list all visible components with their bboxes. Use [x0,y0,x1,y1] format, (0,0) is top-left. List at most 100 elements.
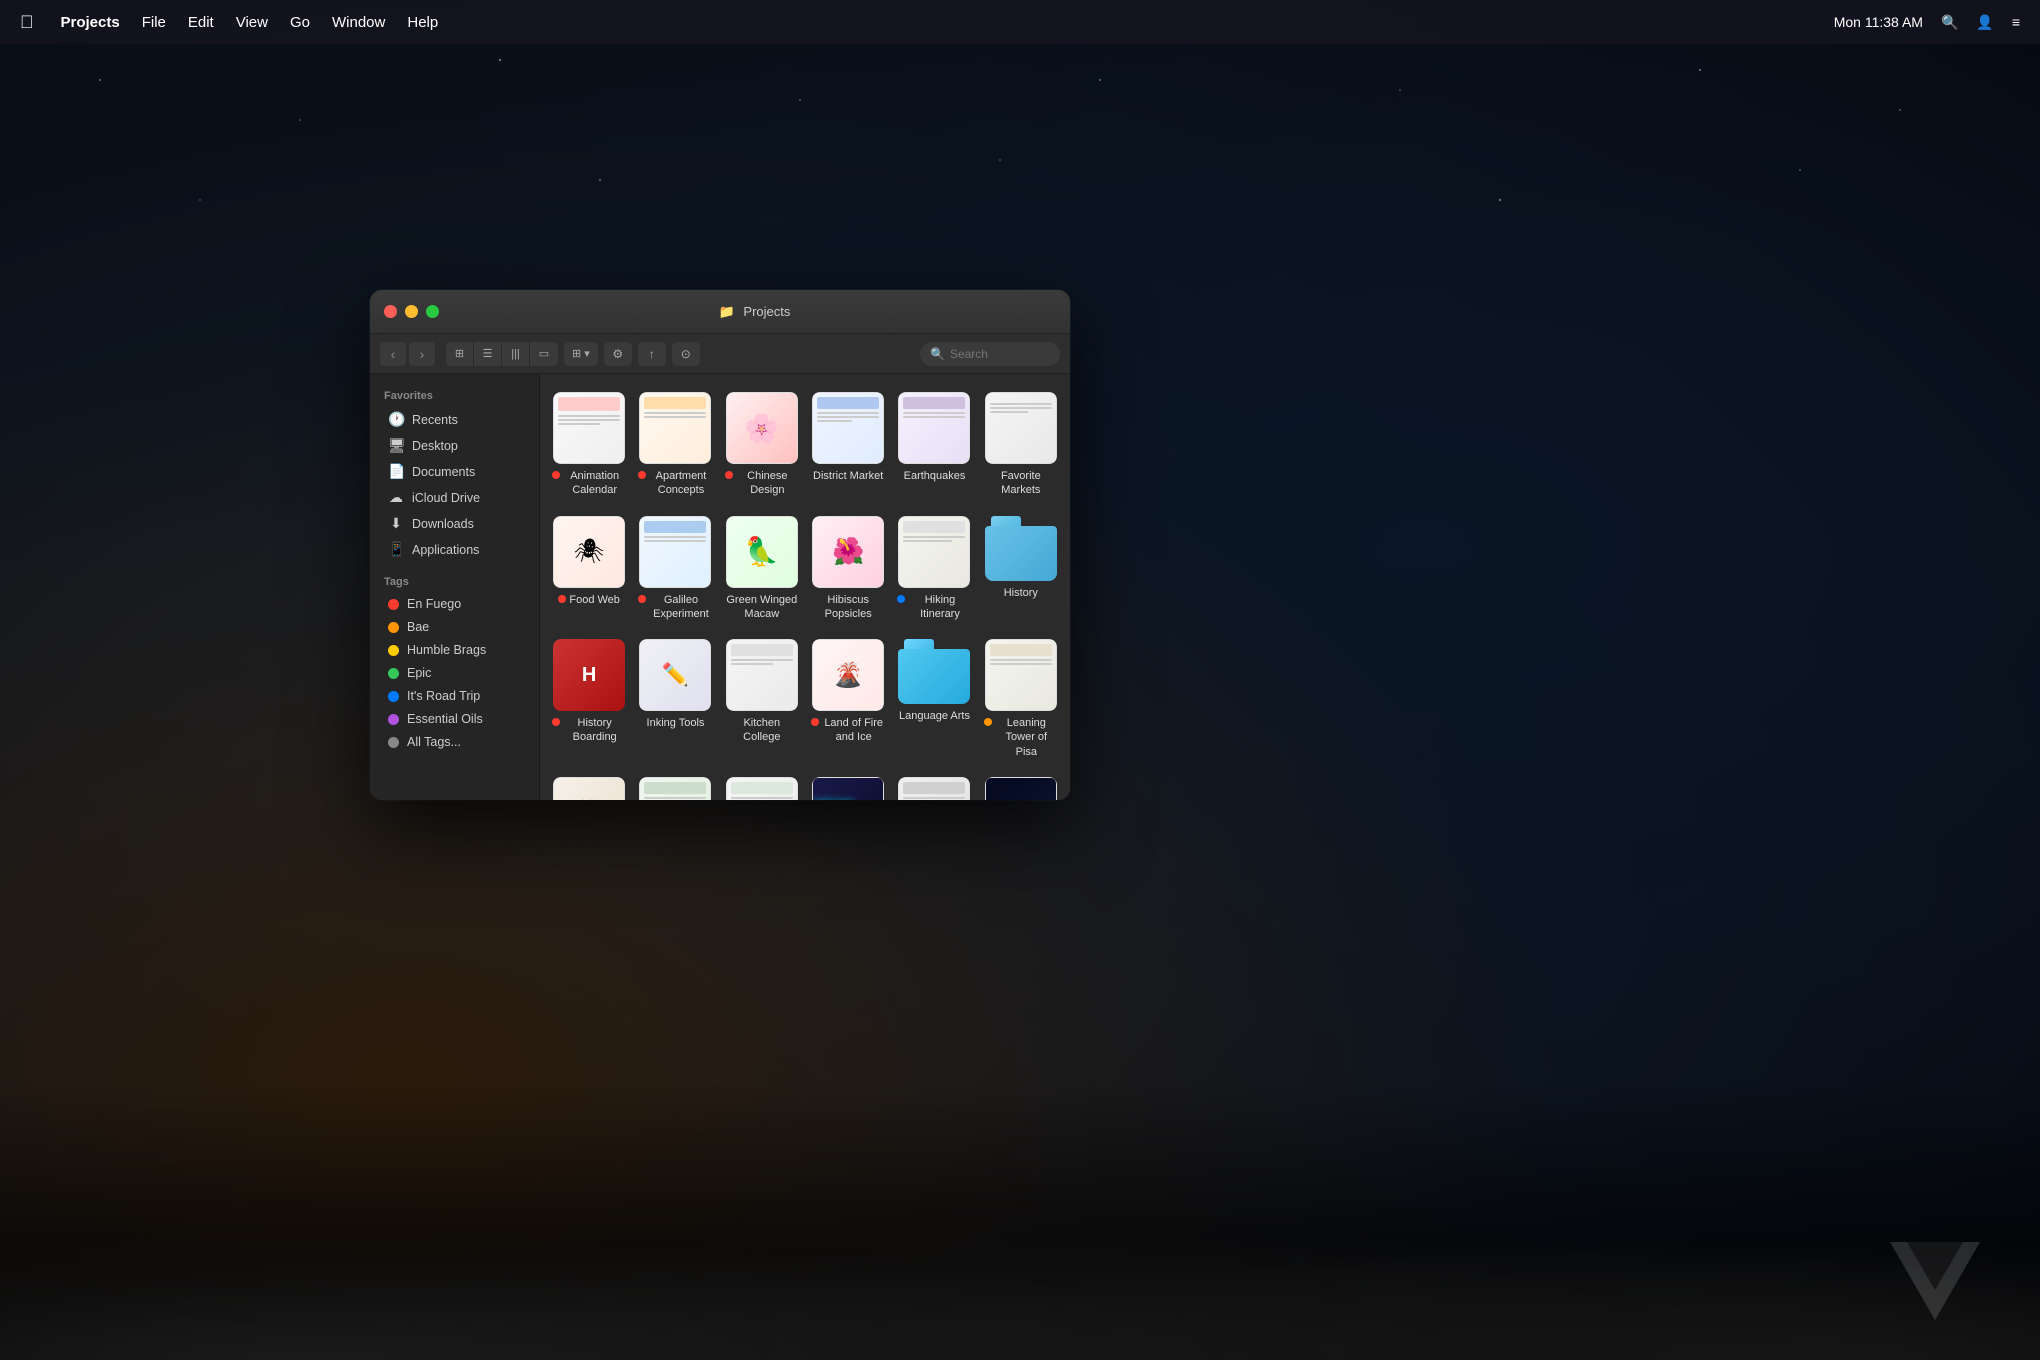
file-thumbnail [726,777,798,800]
menubar-user-icon[interactable]: 👤 [1976,14,1993,31]
verge-logo [1890,1242,1980,1320]
file-tag-dot [552,471,560,479]
view-options-button[interactable]: ⊞ ▾ [564,342,598,366]
list-view-button[interactable]: ☰ [474,342,502,366]
file-item-history-folder[interactable]: History [980,508,1062,628]
file-thumbnail [898,777,970,800]
file-item-land-fire-ice[interactable]: 🌋 Land of Fire and Ice [807,631,889,765]
file-item-apartment-concepts[interactable]: Apartment Concepts [634,384,716,504]
file-item-natural-history[interactable]: Natural History [721,769,803,800]
file-item-animation-calendar[interactable]: Animation Calendar [548,384,630,504]
file-thumbnail: 🌙 [985,777,1057,800]
sidebar-tag-essential-oils[interactable]: Essential Oils [374,708,535,730]
file-name: Hibiscus Popsicles [811,593,885,622]
file-thumbnail [898,639,970,704]
tag-button[interactable]: ⊙ [672,342,700,366]
gallery-view-button[interactable]: ▭ [530,342,558,366]
file-item-green-macaw[interactable]: 🦜 Green Winged Macaw [721,508,803,628]
column-view-button[interactable]: ||| [502,342,530,366]
file-tag-dot [638,471,646,479]
sidebar-item-desktop[interactable]: 🖥 Desktop [374,433,535,458]
menubar-finder[interactable]: Projects [61,14,120,31]
search-box[interactable]: 🔍 [920,342,1060,366]
close-button[interactable] [384,305,397,318]
sidebar-tag-enfuego[interactable]: En Fuego [374,593,535,615]
file-thumbnail [985,516,1057,581]
file-item-new-york[interactable]: New York [893,769,975,800]
apple-menu[interactable]:  [20,12,34,33]
menubar:  Projects File Edit View Go Window Help… [0,0,2040,44]
file-grid[interactable]: Animation Calendar Apartment Concepts [540,374,1070,800]
grid-icon: ⊞ [572,347,581,360]
window-title: 📁 Projects [453,304,1056,320]
file-item-night-sky[interactable]: 🌙 Night Sky [980,769,1062,800]
sidebar-tag-all[interactable]: All Tags... [374,731,535,753]
sidebar-item-documents[interactable]: 📄 Documents [374,459,535,484]
minimize-button[interactable] [405,305,418,318]
menubar-edit[interactable]: Edit [188,14,214,31]
sidebar-item-applications[interactable]: 📱 Applications [374,537,535,562]
file-tag-dot [984,718,992,726]
file-item-favorite-markets[interactable]: Favorite Markets [980,384,1062,504]
icon-view-button[interactable]: ⊞ [446,342,474,366]
file-item-most-popular-skate[interactable]: Most popular Skate Parks [634,769,716,800]
file-item-hiking[interactable]: Hiking Itinerary [893,508,975,628]
file-name: History [1004,586,1038,600]
icloud-icon: ☁ [388,489,404,506]
file-item-leaning-tower[interactable]: Leaning Tower of Pisa [980,631,1062,765]
menubar-control-center-icon[interactable]: ≡ [2012,14,2020,30]
file-tag-dot [558,595,566,603]
file-name: Earthquakes [904,469,966,483]
sidebar-tag-road-trip[interactable]: It's Road Trip [374,685,535,707]
tag-label: Humble Brags [407,643,486,657]
file-item-hibiscus[interactable]: 🌺 Hibiscus Popsicles [807,508,889,628]
file-item-mammals-africa[interactable]: 🦁 Mammals in Africa [548,769,630,800]
file-item-chinese-design[interactable]: 🌸 Chinese Design [721,384,803,504]
menubar-window[interactable]: Window [332,14,385,31]
applications-icon: 📱 [388,541,404,558]
file-thumbnail [639,516,711,588]
file-item-kitchen[interactable]: Kitchen College [721,631,803,765]
file-thumbnail: 🌺 [812,516,884,588]
file-grid-inner: Animation Calendar Apartment Concepts [548,384,1062,800]
action-button[interactable]: ⚙ [604,342,632,366]
file-item-food-web[interactable]: 🕷 Food Web [548,508,630,628]
search-input[interactable] [950,347,1050,361]
file-item-district-market[interactable]: District Market [807,384,889,504]
audience-area [0,1080,2040,1360]
menubar-help[interactable]: Help [407,14,438,31]
file-tag-dot [725,471,733,479]
tags-section-title: Tags [370,570,539,592]
file-thumbnail [639,392,711,464]
tag-label: Essential Oils [407,712,483,726]
finder-window: 📁 Projects ‹ › ⊞ ☰ ||| ▭ ⊞ ▾ ⚙ ↑ ⊙ 🔍 [370,290,1070,800]
sidebar-item-label: iCloud Drive [412,491,480,505]
sidebar-tag-humble[interactable]: Humble Brags [374,639,535,661]
tag-label: Bae [407,620,429,634]
share-button[interactable]: ↑ [638,342,666,366]
forward-button[interactable]: › [409,342,435,366]
sidebar-item-icloud[interactable]: ☁ iCloud Drive [374,485,535,510]
file-item-earthquakes[interactable]: Earthquakes [893,384,975,504]
back-button[interactable]: ‹ [380,342,406,366]
sidebar-tag-bae[interactable]: Bae [374,616,535,638]
file-name: Kitchen College [725,716,799,745]
file-item-neon-skies[interactable]: NEON SKIES Neon Skies [807,769,889,800]
nav-buttons: ‹ › [380,342,435,366]
menubar-file[interactable]: File [142,14,166,31]
file-name: Inking Tools [647,716,705,730]
sidebar-tag-epic[interactable]: Epic [374,662,535,684]
sidebar-item-downloads[interactable]: ⬇ Downloads [374,511,535,536]
menubar-go[interactable]: Go [290,14,310,31]
file-item-history-boarding[interactable]: H History Boarding [548,631,630,765]
search-icon: 🔍 [930,347,945,361]
fullscreen-button[interactable] [426,305,439,318]
file-item-language-arts[interactable]: Language Arts [893,631,975,765]
sidebar-item-recents[interactable]: 🕐 Recents [374,407,535,432]
menubar-view[interactable]: View [236,14,268,31]
menubar-search-icon[interactable]: 🔍 [1941,14,1958,31]
file-item-inking[interactable]: ✏️ Inking Tools [634,631,716,765]
tag-dot-green [388,668,399,679]
tag-label: Epic [407,666,431,680]
file-item-galileo[interactable]: Galileo Experiment [634,508,716,628]
